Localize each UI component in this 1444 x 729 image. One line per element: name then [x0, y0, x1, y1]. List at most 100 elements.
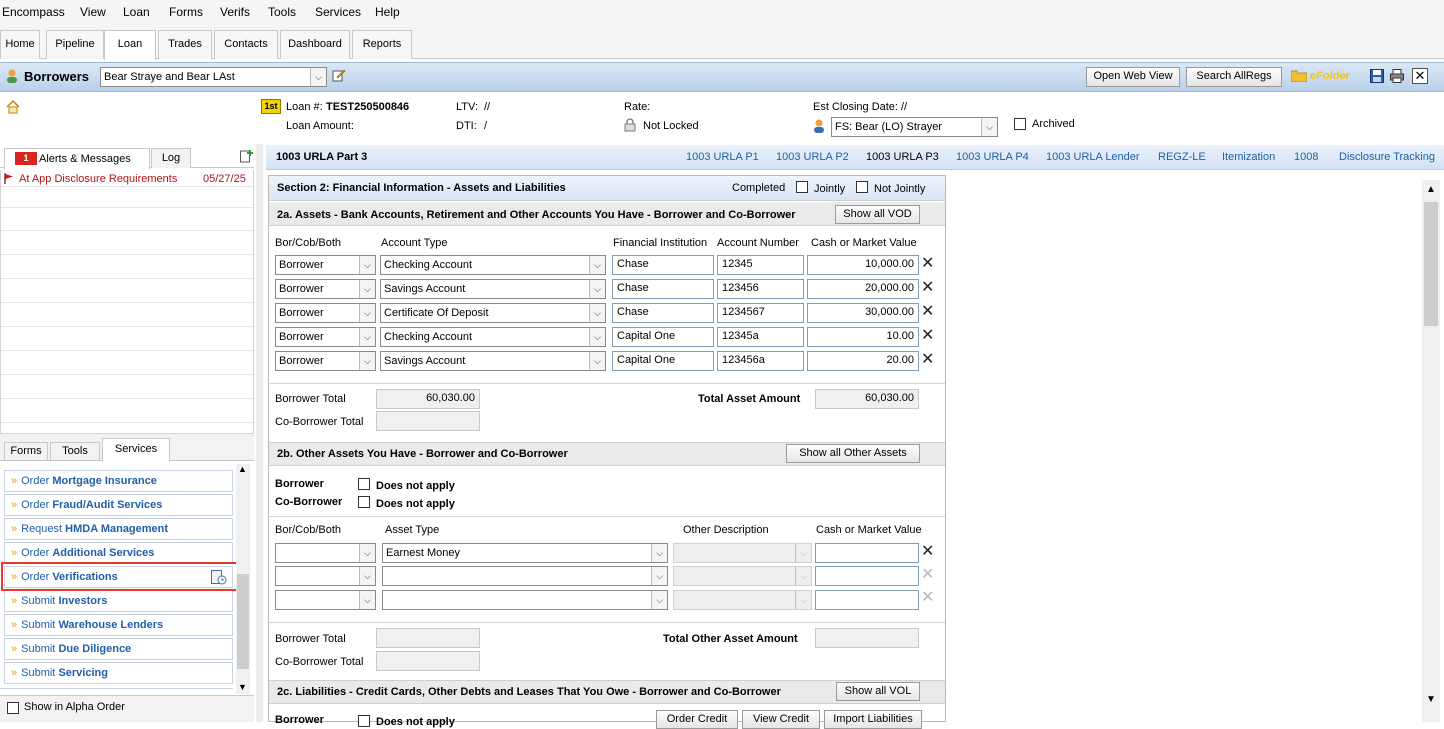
delete-row-icon[interactable]: ✕ — [921, 328, 934, 344]
financial-institution-input[interactable]: Chase — [612, 279, 714, 299]
cash-value-input[interactable] — [815, 566, 919, 586]
scroll-up-icon[interactable]: ▲ — [1426, 184, 1436, 195]
cash-value-input[interactable]: 30,000.00 — [807, 303, 919, 323]
borrower-select[interactable]: Bear Straye and Bear LAst ⌵ — [100, 67, 327, 87]
form-link-regz-le[interactable]: REGZ-LE — [1158, 151, 1206, 163]
bor-cob-select[interactable]: Borrower⌵ — [275, 303, 376, 323]
form-link-disclosure-tracking[interactable]: Disclosure Tracking — [1339, 151, 1435, 163]
menu-loan[interactable]: Loan — [123, 5, 150, 19]
tab-log[interactable]: Log — [151, 148, 191, 168]
service-submit-investors[interactable]: »Submit Investors — [4, 590, 233, 612]
bor-cob-select[interactable]: Borrower⌵ — [275, 327, 376, 347]
account-number-input[interactable]: 12345 — [717, 255, 804, 275]
scroll-thumb[interactable] — [1424, 202, 1438, 326]
form-link-urla-lender[interactable]: 1003 URLA Lender — [1046, 151, 1140, 163]
menu-encompass[interactable]: Encompass — [2, 5, 65, 19]
scroll-up-icon[interactable]: ▲ — [238, 464, 247, 474]
account-number-input[interactable]: 12345a — [717, 327, 804, 347]
account-type-select[interactable]: Savings Account⌵ — [380, 279, 606, 299]
asset-type-select[interactable]: ⌵ — [382, 590, 668, 610]
bor-cob-select[interactable]: ⌵ — [275, 543, 376, 563]
tab-tools[interactable]: Tools — [50, 442, 100, 461]
tab-dashboard[interactable]: Dashboard — [280, 30, 350, 59]
bor-cob-select[interactable]: Borrower⌵ — [275, 279, 376, 299]
form-link-urla-p1[interactable]: 1003 URLA P1 — [686, 151, 759, 163]
tab-contacts[interactable]: Contacts — [214, 30, 278, 59]
service-submit-due-diligence[interactable]: »Submit Due Diligence — [4, 638, 233, 660]
alert-row[interactable]: At App Disclosure Requirements 05/27/25 — [0, 171, 254, 187]
menu-view[interactable]: View — [80, 5, 106, 19]
bor-cob-select[interactable]: Borrower⌵ — [275, 351, 376, 371]
delete-row-icon[interactable]: ✕ — [921, 352, 934, 368]
scroll-down-icon[interactable]: ▼ — [1426, 694, 1436, 705]
search-allregs-button[interactable]: Search AllRegs — [1186, 67, 1282, 87]
bor-cob-select[interactable]: ⌵ — [275, 566, 376, 586]
tab-loan[interactable]: Loan — [104, 30, 156, 60]
form-link-itemization[interactable]: Itemization — [1222, 151, 1275, 163]
tab-services[interactable]: Services — [102, 438, 170, 462]
delete-row-icon[interactable]: ✕ — [921, 544, 934, 560]
delete-row-icon[interactable]: ✕ — [921, 256, 934, 272]
alpha-order-checkbox[interactable] — [7, 702, 19, 714]
financial-institution-input[interactable]: Capital One — [612, 327, 714, 347]
form-link-urla-p2[interactable]: 1003 URLA P2 — [776, 151, 849, 163]
account-number-input[interactable]: 1234567 — [717, 303, 804, 323]
scroll-down-icon[interactable]: ▼ — [238, 682, 247, 692]
form-link-urla-p4[interactable]: 1003 URLA P4 — [956, 151, 1029, 163]
cash-value-input[interactable]: 20,000.00 — [807, 279, 919, 299]
service-submit-servicing[interactable]: »Submit Servicing — [4, 662, 233, 684]
account-number-input[interactable]: 123456a — [717, 351, 804, 371]
tab-pipeline[interactable]: Pipeline — [46, 30, 104, 59]
open-web-view-button[interactable]: Open Web View — [1086, 67, 1180, 87]
delete-row-icon[interactable]: ✕ — [921, 590, 934, 606]
tab-home[interactable]: Home — [0, 30, 40, 59]
view-credit-button[interactable]: View Credit — [742, 710, 820, 729]
save-icon[interactable] — [1370, 69, 1384, 83]
asset-type-select[interactable]: Earnest Money⌵ — [382, 543, 668, 563]
delete-row-icon[interactable]: ✕ — [921, 280, 934, 296]
delete-row-icon[interactable]: ✕ — [921, 567, 934, 583]
form-link-1008[interactable]: 1008 — [1294, 151, 1318, 163]
borrower-not-apply-checkbox[interactable] — [358, 715, 370, 727]
asset-type-select[interactable]: ⌵ — [382, 566, 668, 586]
service-order-mortgage-insurance[interactable]: »Order Mortgage Insurance — [4, 470, 233, 492]
menu-services[interactable]: Services — [315, 5, 361, 19]
tab-reports[interactable]: Reports — [352, 30, 412, 59]
account-type-select[interactable]: Checking Account⌵ — [380, 255, 606, 275]
print-icon[interactable] — [1390, 69, 1404, 83]
account-type-select[interactable]: Checking Account⌵ — [380, 327, 606, 347]
bor-cob-select[interactable]: ⌵ — [275, 590, 376, 610]
service-submit-warehouse[interactable]: »Submit Warehouse Lenders — [4, 614, 233, 636]
delete-row-icon[interactable]: ✕ — [921, 304, 934, 320]
account-type-select[interactable]: Certificate Of Deposit⌵ — [380, 303, 606, 323]
financial-institution-input[interactable]: Chase — [612, 303, 714, 323]
tab-alerts-messages[interactable]: 1 Alerts & Messages — [4, 148, 150, 169]
tab-forms[interactable]: Forms — [4, 442, 48, 461]
cash-value-input[interactable]: 10.00 — [807, 327, 919, 347]
financial-institution-input[interactable]: Chase — [612, 255, 714, 275]
efolder-link[interactable]: eFolder — [1310, 70, 1350, 82]
not-jointly-checkbox[interactable] — [856, 181, 868, 193]
edit-icon[interactable] — [332, 68, 346, 82]
borrower-not-apply-checkbox[interactable] — [358, 478, 370, 490]
menu-help[interactable]: Help — [375, 5, 400, 19]
archived-checkbox[interactable] — [1014, 118, 1026, 130]
services-scrollbar[interactable]: ▲ ▼ — [236, 464, 250, 694]
add-note-icon[interactable] — [240, 149, 253, 163]
splitter[interactable] — [256, 144, 263, 722]
cash-value-input[interactable]: 20.00 — [807, 351, 919, 371]
cash-value-input[interactable] — [815, 590, 919, 610]
coborrower-not-apply-checkbox[interactable] — [358, 496, 370, 508]
menu-forms[interactable]: Forms — [169, 5, 203, 19]
show-all-vod-button[interactable]: Show all VOD — [835, 205, 920, 224]
service-request-hmda[interactable]: »Request HMDA Management — [4, 518, 233, 540]
service-order-additional[interactable]: »Order Additional Services — [4, 542, 233, 564]
account-type-select[interactable]: Savings Account⌵ — [380, 351, 606, 371]
folder-icon[interactable] — [1291, 69, 1307, 82]
service-order-fraud-audit[interactable]: »Order Fraud/Audit Services — [4, 494, 233, 516]
menu-verifs[interactable]: Verifs — [220, 5, 250, 19]
order-credit-button[interactable]: Order Credit — [656, 710, 738, 729]
loan-officer-select[interactable]: FS: Bear (LO) Strayer ⌵ — [831, 117, 998, 137]
show-all-vol-button[interactable]: Show all VOL — [836, 682, 920, 701]
form-link-urla-p3[interactable]: 1003 URLA P3 — [866, 151, 939, 163]
